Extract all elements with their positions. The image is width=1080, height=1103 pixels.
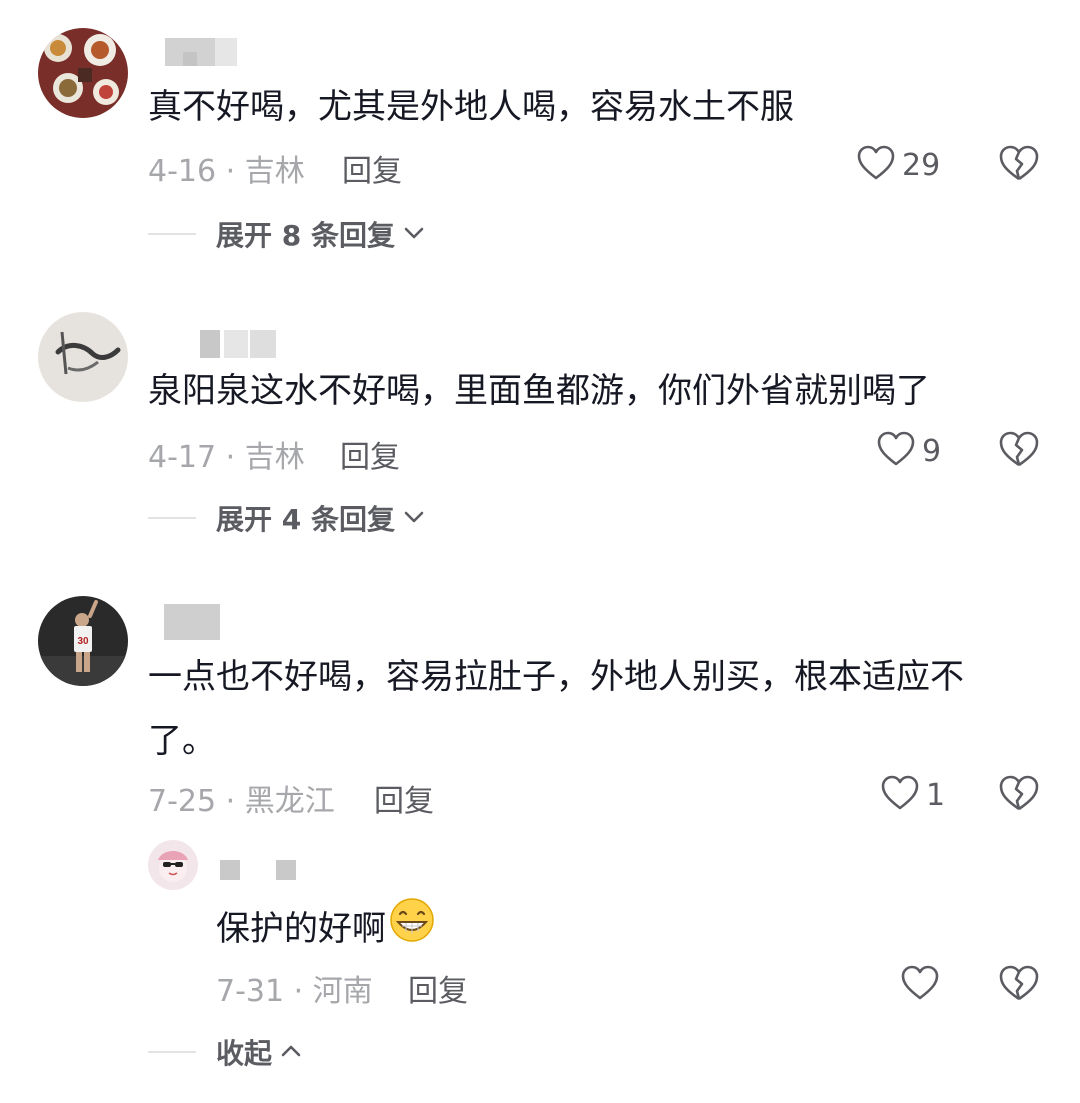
reply-button[interactable]: 回复	[374, 776, 434, 820]
chevron-up-icon	[280, 1043, 302, 1062]
grinning-face-icon	[388, 896, 436, 962]
like-button[interactable]	[900, 964, 946, 1006]
comment-text-line-1: 一点也不好喝，容易拉肚子，外地人别买，根本适应不	[148, 657, 964, 697]
reply-date-location: 7-31 · 河南	[216, 974, 373, 1009]
dislike-button[interactable]	[998, 144, 1040, 188]
collapse-replies-label: 收起	[216, 1037, 273, 1070]
divider-line	[148, 233, 196, 235]
expand-replies-button[interactable]: 展开 8 条回复	[148, 214, 425, 254]
heart-icon	[900, 964, 940, 1006]
divider-line	[148, 517, 196, 519]
broken-heart-icon	[998, 145, 1040, 188]
heart-icon	[856, 144, 896, 186]
dislike-button[interactable]	[998, 430, 1040, 474]
svg-text:30: 30	[77, 636, 89, 647]
chevron-down-icon	[403, 225, 425, 244]
avatar[interactable]: 30	[38, 596, 128, 686]
reply-button[interactable]: 回复	[342, 146, 402, 190]
chevron-down-icon	[403, 509, 425, 528]
like-button[interactable]: 1	[880, 774, 945, 816]
avatar[interactable]	[38, 28, 128, 118]
username-blurred[interactable]	[165, 38, 245, 66]
reply-text: 保护的好啊	[216, 896, 436, 962]
comment-text: 真不好喝，尤其是外地人喝，容易水土不服	[148, 87, 794, 127]
avatar[interactable]	[148, 840, 198, 890]
expand-replies-label: 展开 8 条回复	[216, 219, 395, 252]
avatar[interactable]	[38, 312, 128, 402]
like-button[interactable]: 9	[876, 430, 941, 472]
like-count: 1	[926, 777, 946, 813]
expand-replies-button[interactable]: 展开 4 条回复	[148, 498, 425, 538]
like-count: 9	[922, 433, 942, 469]
dislike-button[interactable]	[998, 774, 1040, 818]
collapse-replies-button[interactable]: 收起	[148, 1032, 302, 1072]
comment-text-line-2: 了。	[148, 721, 216, 761]
heart-icon	[876, 430, 916, 472]
divider-line	[148, 1051, 196, 1053]
comment-date-location: 4-16 · 吉林	[148, 154, 305, 189]
reply-text-content: 保护的好啊	[216, 909, 386, 949]
expand-replies-label: 展开 4 条回复	[216, 503, 395, 536]
username-blurred[interactable]	[164, 604, 220, 640]
broken-heart-icon	[998, 431, 1040, 474]
like-count: 29	[902, 147, 941, 183]
username-blurred[interactable]	[200, 330, 276, 358]
username-blurred[interactable]	[220, 860, 296, 880]
broken-heart-icon	[998, 775, 1040, 818]
comment-date-location: 7-25 · 黑龙江	[148, 784, 335, 819]
broken-heart-icon	[998, 965, 1040, 1008]
like-button[interactable]: 29	[856, 144, 940, 186]
comment-text: 泉阳泉这水不好喝，里面鱼都游，你们外省就别喝了	[148, 371, 930, 411]
comment-date-location: 4-17 · 吉林	[148, 440, 305, 475]
heart-icon	[880, 774, 920, 816]
dislike-button[interactable]	[998, 964, 1040, 1008]
reply-button[interactable]: 回复	[408, 966, 468, 1010]
reply-button[interactable]: 回复	[340, 432, 400, 476]
